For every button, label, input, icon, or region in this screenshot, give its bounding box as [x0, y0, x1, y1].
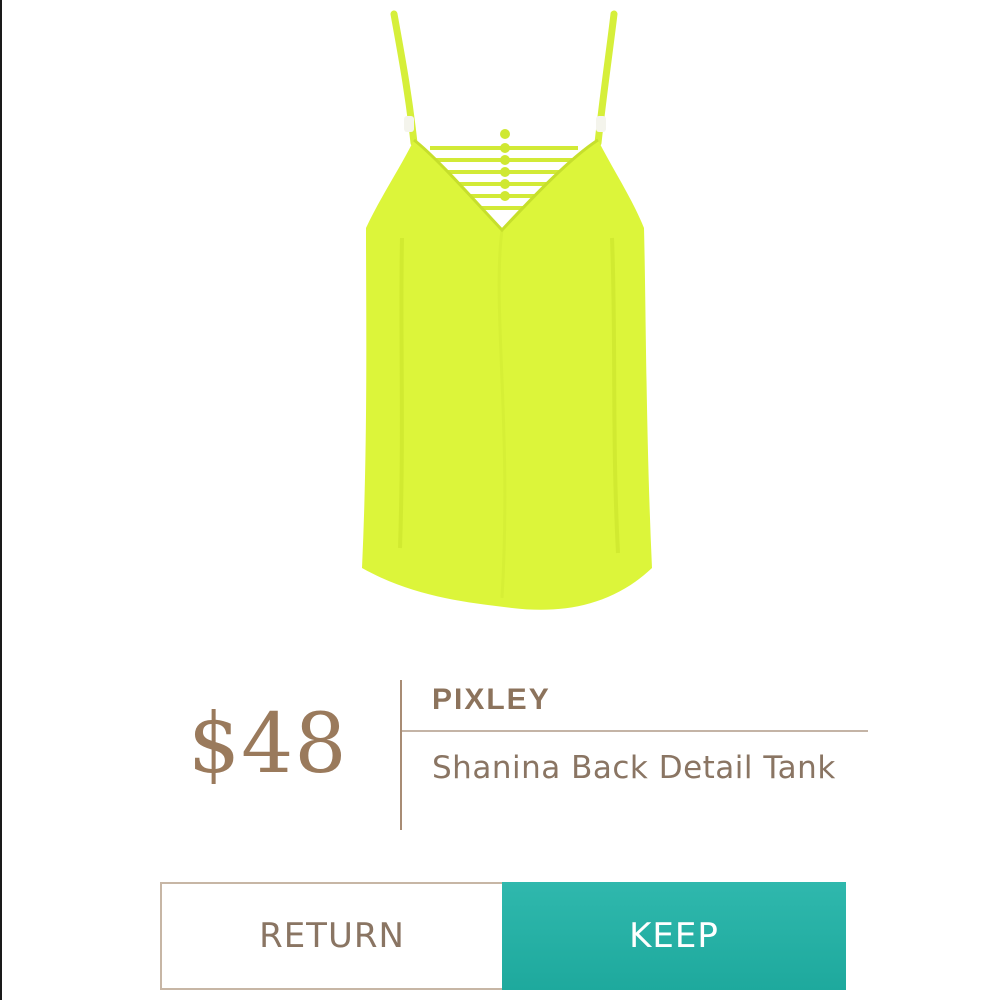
price: $48 [188, 697, 348, 792]
product-name: Shanina Back Detail Tank [432, 750, 836, 786]
horizontal-divider [402, 730, 868, 732]
tank-top-image [362, 10, 652, 610]
tank-body [362, 140, 652, 610]
vertical-divider [400, 680, 402, 830]
keep-button-label: KEEP [629, 916, 719, 956]
return-button-label: RETURN [259, 916, 405, 956]
keep-button[interactable]: KEEP [502, 882, 846, 990]
product-card: $48 PIXLEY Shanina Back Detail Tank RETU… [0, 0, 1000, 1000]
return-button[interactable]: RETURN [160, 882, 502, 990]
action-buttons: RETURN KEEP [160, 882, 846, 990]
knot-column [500, 129, 510, 201]
brand-name: PIXLEY [432, 683, 551, 716]
